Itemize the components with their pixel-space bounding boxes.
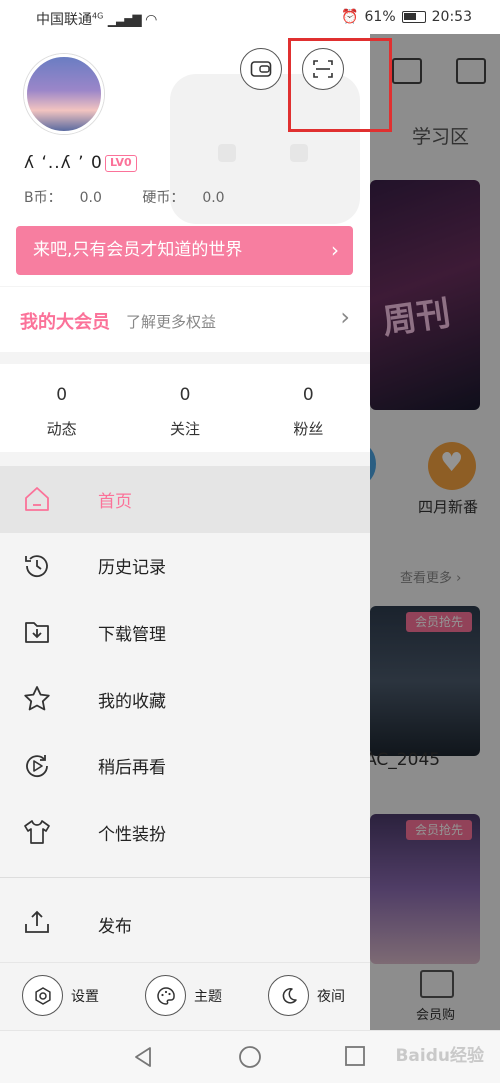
clock: 20:53 — [431, 9, 472, 25]
navigation-drawer: ʎ ʻ..ʎ ʼ 0 LV0 B币： 0.0 硬币： 0.0 来吧,只有会员才知道的… — [0, 34, 370, 1030]
coin-info: B币： 0.0 硬币： 0.0 — [24, 190, 225, 206]
signal-icon: ▁▃▅▇ — [107, 13, 142, 27]
menu-item-download[interactable]: 下载管理 — [0, 599, 370, 666]
highlight-annotation — [288, 38, 392, 132]
battery-icon — [401, 11, 426, 23]
gear-icon — [22, 975, 63, 1016]
background-app: 学习区 周刊 四月新番 查看更多 › 会员抢先 SAC_2045 会员抢先 会员… — [370, 34, 500, 1030]
baidu-watermark: Baidu经验 — [395, 1046, 484, 1066]
upload-icon — [25, 910, 49, 933]
battery-percent: 61% — [364, 9, 396, 25]
wallet-icon — [250, 61, 272, 77]
recents-icon[interactable] — [344, 1045, 366, 1067]
divider — [0, 877, 370, 878]
menu-item-home[interactable]: 首页 — [0, 466, 370, 533]
stat-following[interactable]: 0 关注 — [123, 364, 246, 452]
dim-overlay[interactable] — [370, 34, 500, 1030]
palette-icon — [145, 975, 186, 1016]
home-nav-icon[interactable] — [238, 1045, 262, 1069]
star-icon — [24, 686, 50, 711]
night-mode-button[interactable]: 夜间 — [268, 975, 345, 1016]
menu-item-publish[interactable]: 发布 — [0, 889, 370, 957]
moon-icon — [268, 975, 309, 1016]
history-icon — [25, 555, 48, 577]
carrier-label: 中国联通4G ▁▃▅▇ ◠ — [36, 11, 158, 28]
wifi-icon: ◠ — [145, 12, 158, 28]
menu-item-dress-up[interactable]: 个性装扮 — [0, 799, 370, 866]
home-icon — [25, 487, 49, 512]
stats-row: 0 动态 0 关注 0 粉丝 — [0, 364, 370, 452]
back-icon[interactable] — [132, 1045, 154, 1069]
menu-item-watch-later[interactable]: 稍后再看 — [0, 732, 370, 799]
tshirt-icon — [24, 820, 50, 845]
level-badge: LV0 — [105, 155, 137, 172]
alarm-icon: ⏰ — [341, 9, 359, 25]
download-icon — [25, 622, 49, 644]
chevron-right-icon: › — [340, 303, 350, 331]
drawer-menu: 首页 历史记录 下载管理 我的收藏 稍后再看 个性装扮 — [0, 466, 370, 866]
system-nav-bar: Baidu经验 — [0, 1030, 500, 1083]
menu-item-favorites[interactable]: 我的收藏 — [0, 666, 370, 733]
drawer-footer: 设置 主题 夜间 — [0, 962, 370, 1030]
big-vip-row[interactable]: 我的大会员 了解更多权益 › — [0, 287, 370, 352]
wallet-button[interactable] — [240, 48, 282, 90]
watch-later-icon — [26, 754, 48, 777]
settings-button[interactable]: 设置 — [22, 975, 99, 1016]
stat-dynamics[interactable]: 0 动态 — [0, 364, 123, 452]
chevron-right-icon: › — [331, 238, 339, 262]
avatar[interactable] — [24, 54, 104, 134]
status-bar: 中国联通4G ▁▃▅▇ ◠ ⏰ 61% 20:53 — [0, 0, 500, 34]
menu-item-history[interactable]: 历史记录 — [0, 533, 370, 600]
big-vip-title: 我的大会员 — [20, 312, 110, 333]
stat-fans[interactable]: 0 粉丝 — [247, 364, 370, 452]
big-vip-subtitle: 了解更多权益 — [126, 313, 217, 331]
theme-button[interactable]: 主题 — [145, 975, 222, 1016]
username[interactable]: ʎ ʻ..ʎ ʼ 0 — [24, 153, 103, 173]
vip-banner[interactable]: 来吧,只有会员才知道的世界 › — [16, 226, 353, 275]
